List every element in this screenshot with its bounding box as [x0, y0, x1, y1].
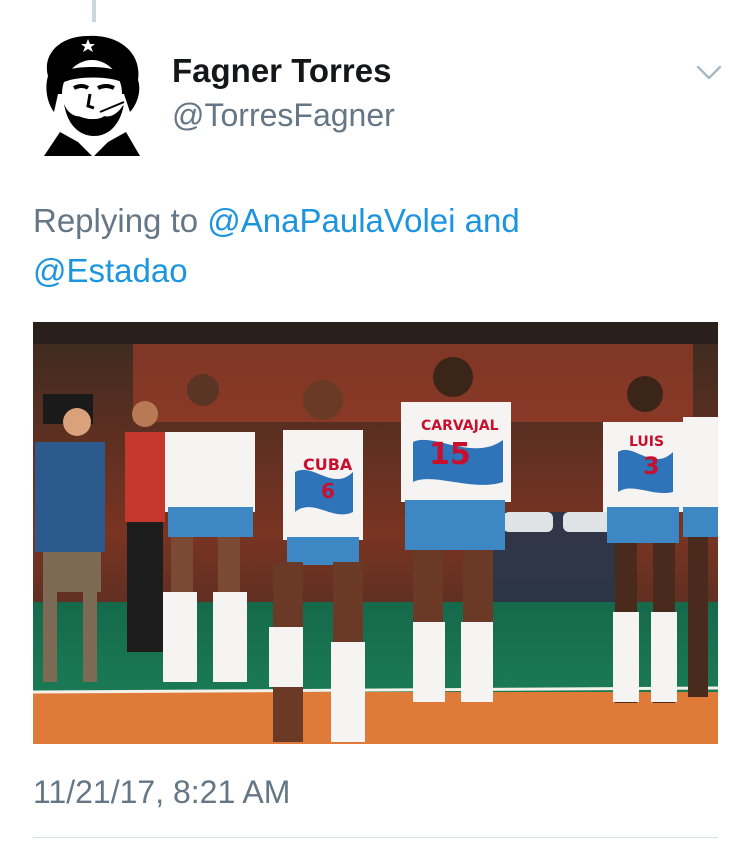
- tweet-photo[interactable]: CUBA 6 CARVAJAL 15 LUIS 3: [33, 322, 718, 744]
- mention-link-estadao[interactable]: @Estadao: [33, 252, 188, 289]
- reply-conjunction: and: [464, 202, 520, 239]
- avatar[interactable]: [38, 32, 146, 156]
- jersey-number-carvajal: 15: [429, 437, 471, 472]
- reply-prefix: Replying to: [33, 202, 199, 239]
- jersey-number-captain: 6: [321, 479, 335, 503]
- tweet-timestamp[interactable]: 11/21/17, 8:21 AM: [33, 772, 290, 812]
- divider: [33, 837, 718, 838]
- tweet: Fagner Torres @TorresFagner Replying to …: [0, 0, 750, 846]
- jersey-number-luis: 3: [643, 452, 660, 480]
- jersey-name-luis: LUIS: [629, 434, 664, 450]
- author-name[interactable]: Fagner Torres: [172, 52, 391, 90]
- chevron-down-icon[interactable]: [694, 60, 724, 84]
- reply-context: Replying to @AnaPaulaVolei and @Estadao: [33, 196, 713, 296]
- jersey-name-carvajal: CARVAJAL: [421, 418, 499, 434]
- mention-link-anapaulavolei[interactable]: @AnaPaulaVolei: [207, 202, 455, 239]
- author-handle[interactable]: @TorresFagner: [172, 96, 395, 134]
- thread-connector-line: [92, 0, 96, 22]
- jersey-team: CUBA: [303, 455, 353, 474]
